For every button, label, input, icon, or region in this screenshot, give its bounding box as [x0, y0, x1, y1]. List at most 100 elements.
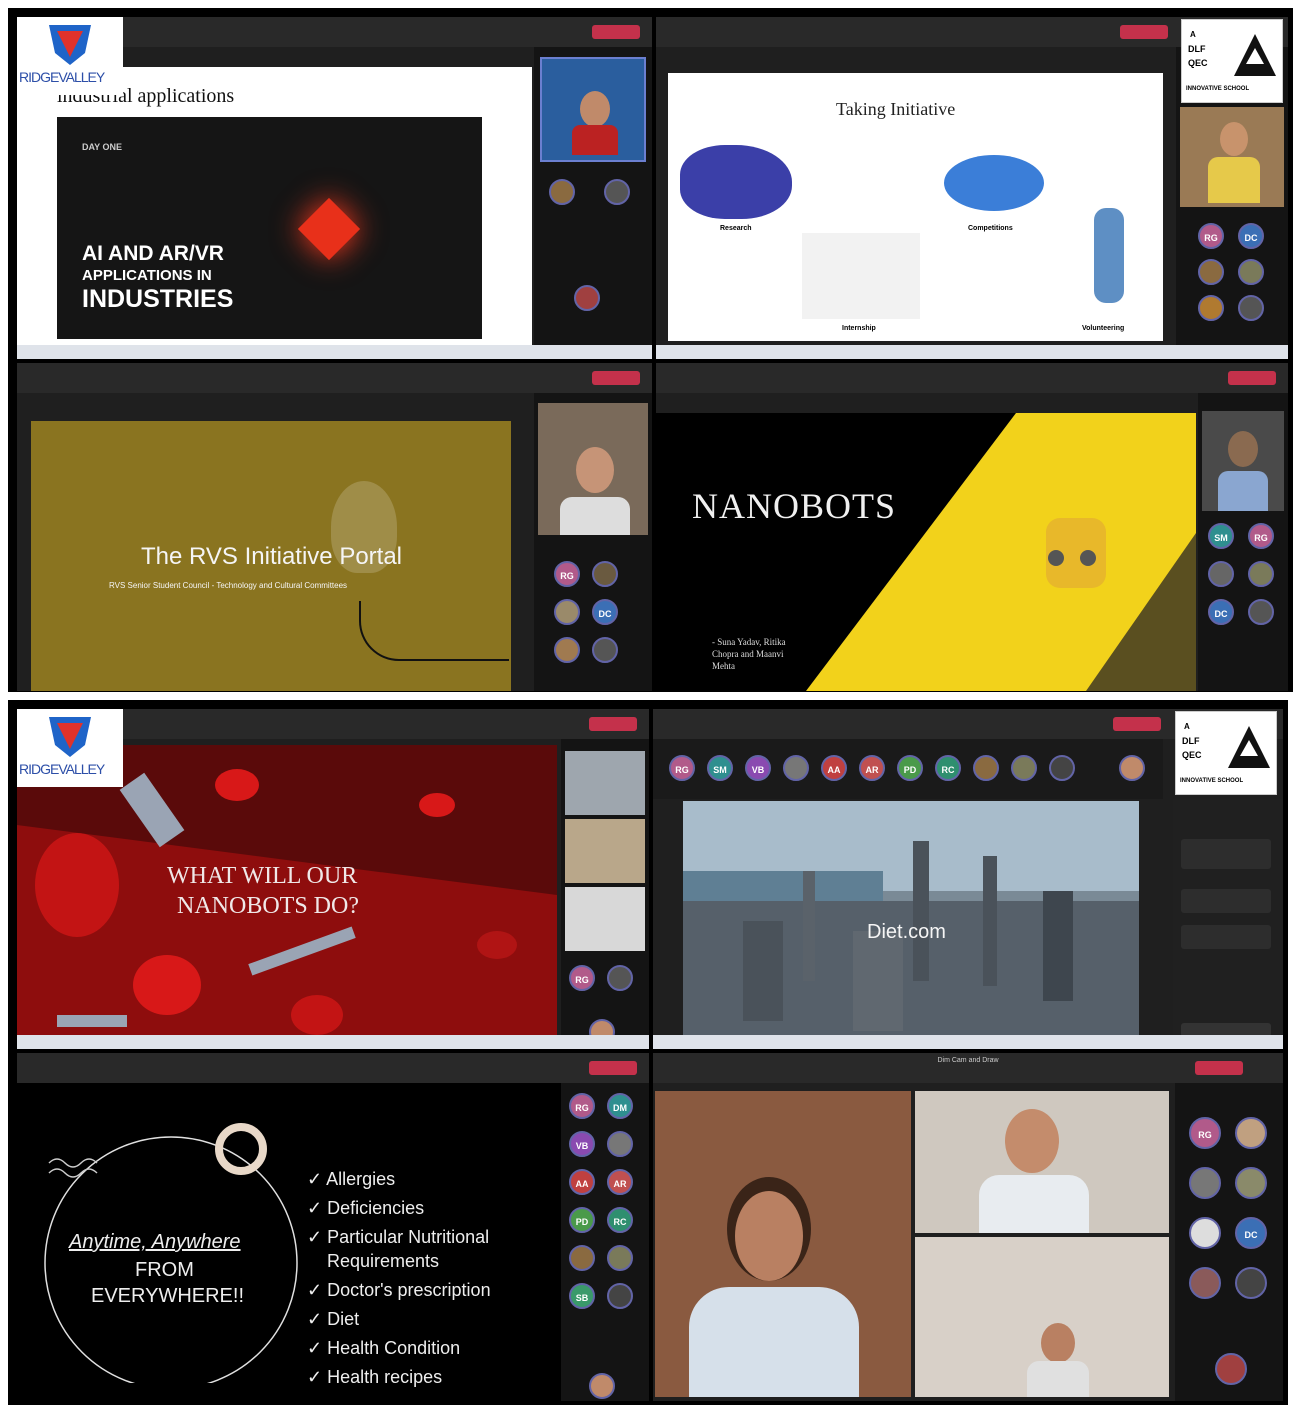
label-competitions: Competitions: [968, 225, 1013, 232]
participant-avatar[interactable]: RG: [1248, 523, 1274, 549]
leave-button[interactable]: [589, 717, 637, 731]
participant-avatar[interactable]: [1215, 1353, 1247, 1385]
checklist: ✓ Allergies ✓ Deficiencies ✓ Particular …: [307, 1165, 491, 1392]
participant-avatar[interactable]: VB: [569, 1131, 595, 1157]
chat-message: [1181, 889, 1271, 913]
participant-avatar[interactable]: DC: [592, 599, 618, 625]
leave-button[interactable]: [1113, 717, 1161, 731]
avatar: [580, 91, 610, 127]
leave-button[interactable]: [592, 25, 640, 39]
meeting-toolbar: [17, 363, 652, 393]
participant-avatar[interactable]: SM: [1208, 523, 1234, 549]
participant-video: [565, 819, 645, 883]
participant-avatar[interactable]: AA: [569, 1169, 595, 1195]
participant-avatar[interactable]: AA: [821, 755, 847, 781]
taskbar: [17, 1035, 649, 1049]
participant-avatar[interactable]: [1189, 1217, 1221, 1249]
participant-avatar[interactable]: [607, 1283, 633, 1309]
participant-avatar[interactable]: [783, 755, 809, 781]
participant-avatar[interactable]: RG: [669, 755, 695, 781]
video-day-label: DAY ONE: [82, 142, 123, 152]
participant-avatar[interactable]: RG: [1198, 223, 1224, 249]
participant-avatar[interactable]: RG: [569, 1093, 595, 1119]
dlf-text: DLF: [1188, 44, 1206, 54]
dlf-subtitle: INNOVATIVE SCHOOL: [1186, 86, 1250, 92]
participant-video: [565, 887, 645, 951]
ridge-valley-logo: RIDGEVALLEY: [17, 709, 123, 787]
participant-avatar[interactable]: [592, 561, 618, 587]
chat-message: [1181, 839, 1271, 869]
avatar: [1208, 157, 1260, 203]
participant-avatar[interactable]: [1011, 755, 1037, 781]
participant-avatar[interactable]: [589, 1373, 615, 1399]
participant-avatar[interactable]: [1119, 755, 1145, 781]
participant-avatar[interactable]: [1189, 1167, 1221, 1199]
avatar: [1220, 122, 1248, 156]
leave-button[interactable]: [592, 371, 640, 385]
label-volunteering: Volunteering: [1082, 325, 1125, 332]
presenter-video: [1202, 411, 1284, 511]
participant-avatar[interactable]: [554, 599, 580, 625]
participant-avatar[interactable]: RG: [554, 561, 580, 587]
checklist-item: ✓ Doctor's prescription: [307, 1280, 491, 1300]
participant-avatar[interactable]: AR: [607, 1169, 633, 1195]
tagline-line3: EVERYWHERE!!: [91, 1285, 244, 1307]
participant-avatar[interactable]: [1235, 1167, 1267, 1199]
participant-avatar[interactable]: RG: [569, 965, 595, 991]
participant-avatar[interactable]: [607, 1245, 633, 1271]
participant-avatar[interactable]: RC: [935, 755, 961, 781]
participant-avatar[interactable]: [592, 637, 618, 663]
participant-avatar[interactable]: PD: [897, 755, 923, 781]
dlf-a: A: [1190, 30, 1196, 39]
participant-avatar[interactable]: [607, 1131, 633, 1157]
leave-button[interactable]: [1228, 371, 1276, 385]
participant-avatar[interactable]: DC: [1238, 223, 1264, 249]
participant-video: [915, 1091, 1169, 1233]
shared-slide: NANOBOTS - Suna Yadav, Ritika Chopra and…: [656, 413, 1196, 691]
participant-avatar[interactable]: [604, 179, 630, 205]
participant-avatar[interactable]: [569, 1245, 595, 1271]
participant-avatar[interactable]: [1049, 755, 1075, 781]
participant-avatar[interactable]: [1208, 561, 1234, 587]
volunteering-illustration: [1094, 208, 1124, 303]
participant-avatar[interactable]: PD: [569, 1207, 595, 1233]
dlf-text: DLF: [1182, 736, 1200, 746]
presenter-video: [1180, 107, 1284, 207]
participant-avatar[interactable]: [1235, 1267, 1267, 1299]
participant-avatar[interactable]: [549, 179, 575, 205]
participant-avatar[interactable]: [1198, 295, 1224, 321]
bulb-cable: [359, 601, 509, 661]
participant-avatar[interactable]: AR: [859, 755, 885, 781]
participant-avatar[interactable]: DC: [1208, 599, 1234, 625]
participant-avatar[interactable]: [1238, 295, 1264, 321]
participant-avatar[interactable]: [1198, 259, 1224, 285]
participant-avatar[interactable]: RG: [1189, 1117, 1221, 1149]
checklist-item: ✓ Allergies: [307, 1169, 396, 1189]
participant-avatar[interactable]: [1248, 561, 1274, 587]
embedded-video[interactable]: DAY ONE AI AND AR/VR APPLICATIONS IN IND…: [57, 117, 482, 339]
participant-roster: RG DC: [1175, 1083, 1283, 1401]
leave-button[interactable]: [1120, 25, 1168, 39]
panel-anytime-anywhere: Anytime, Anywhere FROM EVERYWHERE!! ✓ Al…: [17, 1053, 649, 1401]
leave-button[interactable]: [1195, 1061, 1243, 1075]
participant-avatar[interactable]: [1189, 1267, 1221, 1299]
participant-avatar[interactable]: VB: [745, 755, 771, 781]
participant-avatar[interactable]: SB: [569, 1283, 595, 1309]
participant-avatar[interactable]: DC: [1235, 1217, 1267, 1249]
participant-avatar[interactable]: [554, 637, 580, 663]
shared-slide: Diet.com: [683, 801, 1139, 1047]
triangle-icon: [1234, 34, 1276, 76]
participant-avatar[interactable]: RC: [607, 1207, 633, 1233]
participant-avatar[interactable]: [607, 965, 633, 991]
participant-avatar[interactable]: [1238, 259, 1264, 285]
participant-avatar[interactable]: [574, 285, 600, 311]
participant-avatar[interactable]: [973, 755, 999, 781]
participant-avatar[interactable]: DM: [607, 1093, 633, 1119]
participant-video-large: [655, 1091, 911, 1397]
glowing-chip: [297, 197, 361, 261]
participant-avatar[interactable]: [1248, 599, 1274, 625]
bottom-collage: WHAT WILL OUR NANOBOTS DO? RG RG SM VB A…: [8, 700, 1288, 1405]
leave-button[interactable]: [589, 1061, 637, 1075]
participant-avatar[interactable]: SM: [707, 755, 733, 781]
participant-avatar[interactable]: [1235, 1117, 1267, 1149]
